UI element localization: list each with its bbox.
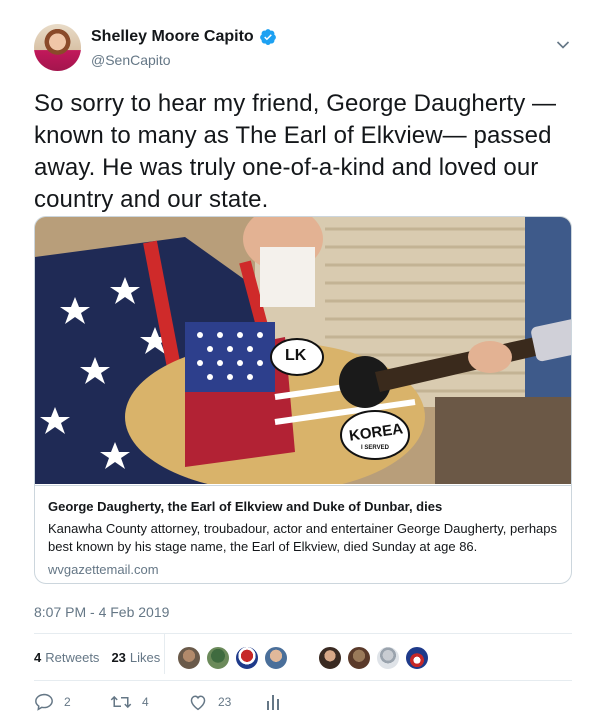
like-action[interactable]: 23 (188, 693, 231, 711)
link-card-description: Kanawha County attorney, troubadour, act… (48, 521, 558, 554)
heart-icon (190, 695, 206, 711)
retweet-icon (110, 695, 132, 709)
tweet-text: So sorry to hear my friend, George Daugh… (34, 90, 557, 213)
sticker-lk-text: LK (285, 347, 307, 364)
likes-label: Likes (129, 649, 161, 665)
author-handle[interactable]: @SenCapito (91, 52, 171, 68)
chevron-down-icon[interactable] (556, 40, 570, 50)
link-card-title[interactable]: George Daugherty, the Earl of Elkview an… (48, 498, 560, 516)
liker-avatar[interactable] (405, 646, 429, 670)
verified-badge-icon (259, 29, 276, 45)
author-display-name[interactable]: Shelley Moore Capito (91, 28, 254, 46)
liker-avatar[interactable] (177, 646, 201, 670)
reply-count: 2 (64, 695, 71, 709)
reply-action[interactable]: 2 (34, 693, 71, 711)
likes-count: 23 (111, 649, 126, 665)
bar-chart-icon (267, 695, 279, 710)
link-card-image[interactable]: LK KOREA I SERVED (35, 217, 571, 484)
liker-avatar[interactable] (206, 646, 230, 670)
link-card[interactable]: LK KOREA I SERVED George Daugherty, the … (34, 216, 572, 584)
tweet-stats: 4 Retweets 23 Likes (34, 644, 172, 670)
liker-avatar[interactable] (264, 646, 288, 670)
retweets-count: 4 (34, 649, 42, 665)
liker-avatar[interactable] (235, 646, 259, 670)
link-card-body[interactable]: George Daugherty, the Earl of Elkview an… (35, 485, 571, 583)
likes-stat[interactable]: 23 Likes (111, 650, 160, 665)
tweet-timestamp[interactable]: 8:07 PM - 4 Feb 2019 (34, 604, 169, 620)
divider-top (34, 633, 572, 634)
retweets-label: Retweets (45, 649, 100, 665)
stats-separator (164, 634, 165, 674)
analytics-action[interactable] (266, 694, 280, 710)
retweet-action[interactable]: 4 (110, 693, 149, 711)
divider-bottom (34, 680, 572, 681)
link-card-domain[interactable]: wvgazettemail.com (48, 562, 560, 577)
reply-icon (35, 693, 53, 711)
liker-avatar[interactable] (376, 646, 400, 670)
tweet-actions: 2 4 23 (34, 690, 572, 714)
retweet-count: 4 (142, 695, 149, 709)
author-name-row[interactable]: Shelley Moore Capito (91, 28, 277, 46)
liker-avatar[interactable] (318, 646, 342, 670)
tweet-header: Shelley Moore Capito @SenCapito (34, 24, 574, 72)
like-count: 23 (218, 695, 232, 709)
liker-avatar[interactable] (347, 646, 371, 670)
sticker-served-text: I SERVED (361, 445, 389, 451)
retweets-stat[interactable]: 4 Retweets (34, 650, 99, 665)
author-avatar[interactable] (34, 24, 81, 71)
